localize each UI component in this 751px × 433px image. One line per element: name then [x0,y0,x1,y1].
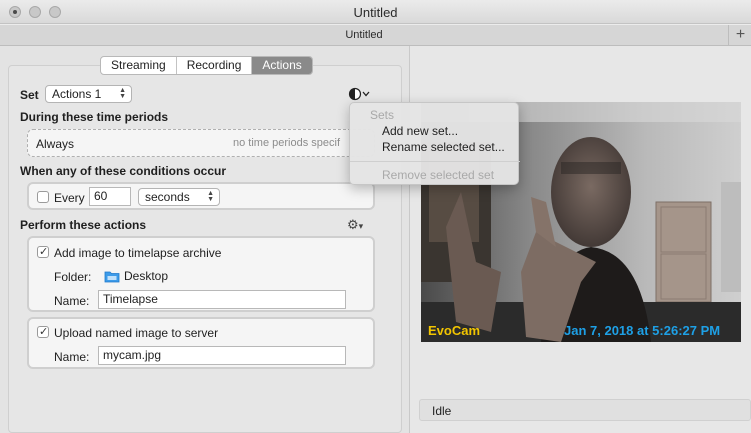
interval-unit-value: seconds [145,190,190,204]
mode-segmented-control: Streaming Recording Actions [100,56,313,75]
conditions-group: Every 60 seconds ▲ ▼ [27,182,375,210]
menu-item-rename-set[interactable]: Rename selected set... [350,139,520,155]
conditions-heading: When any of these conditions occur [20,164,227,178]
preview-timestamp-overlay: Jan 7, 2018 at 5:26:27 PM [564,323,721,338]
status-bar: Idle [419,399,751,421]
timelapse-name-field[interactable]: Timelapse [98,290,346,309]
timelapse-checkbox[interactable] [37,245,49,258]
timelapse-name-label: Name: [54,294,90,308]
menu-separator [350,161,520,162]
actions-gear-button[interactable]: ⚙▾ [347,217,363,233]
time-period-value: Always [36,137,75,151]
preview-brand-overlay: EvoCam [428,323,481,338]
upload-checkbox[interactable] [37,325,49,338]
status-text: Idle [432,404,452,418]
set-popup[interactable]: Actions 1 ▲ ▼ [45,85,132,103]
tab-streaming[interactable]: Streaming [101,57,177,74]
set-label: Set [20,88,39,102]
tab-recording[interactable]: Recording [177,57,253,74]
document-tab[interactable]: Untitled [0,25,729,45]
timelapse-action-group: Add image to timelapse archive Folder: D… [27,236,375,312]
popup-arrows-icon: ▲ ▼ [207,190,214,203]
time-periods-heading: During these time periods [20,110,169,124]
new-tab-button[interactable]: + [730,25,751,45]
tab-bar: Untitled + [0,25,751,46]
set-popup-value: Actions 1 [52,87,102,101]
upload-name-field[interactable]: mycam.jpg [98,346,346,365]
every-label: Every [54,191,85,205]
upload-action-group: Upload named image to server Name: mycam… [27,317,375,369]
time-periods-list[interactable]: Always no time periods specif [27,129,375,157]
upload-name-label: Name: [54,350,90,364]
sets-menu-button[interactable] [348,86,372,102]
folder-value: Desktop [124,269,169,283]
every-checkbox[interactable] [37,191,49,203]
interval-unit-popup[interactable]: seconds ▲ ▼ [138,188,220,206]
actions-heading: Perform these actions [20,218,147,232]
menu-header-sets: Sets [370,108,395,122]
menu-item-add-new-set[interactable]: Add new set... [350,123,520,139]
folder-label: Folder: [54,270,92,284]
half-circle-icon [348,87,370,101]
sets-menu: Sets Add new set... Rename selected set.… [349,102,520,185]
chevron-down-icon: ▾ [358,221,364,231]
tab-actions[interactable]: Actions [252,57,312,74]
interval-field[interactable]: 60 [89,187,131,206]
menu-item-remove-set[interactable]: Remove selected set [350,167,520,183]
gear-icon: ⚙ [347,217,359,232]
timelapse-action-label: Add image to timelapse archive [54,246,222,260]
title-bar: Untitled [0,0,751,24]
window-title: Untitled [353,5,398,20]
popup-arrows-icon: ▲ ▼ [119,87,126,100]
upload-action-label: Upload named image to server [54,326,219,340]
folder-icon [104,271,120,283]
